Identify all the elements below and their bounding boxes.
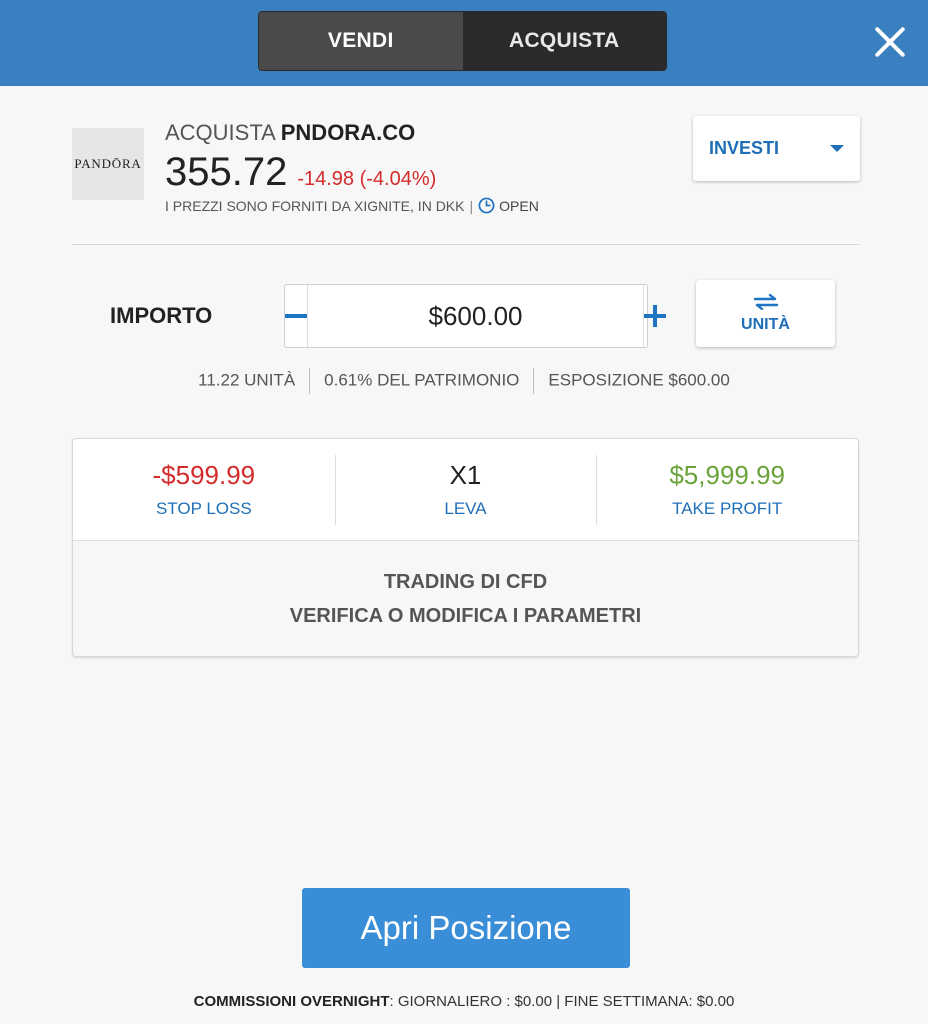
trade-params-card: -$599.99 STOP LOSS X1 LEVA $5,999.99 TAK…	[72, 438, 859, 657]
minus-icon	[285, 314, 307, 318]
leverage-value: X1	[449, 460, 482, 490]
invest-dropdown[interactable]: INVESTI	[693, 116, 860, 181]
clock-icon	[478, 197, 495, 214]
current-price: 355.72	[165, 150, 288, 194]
cfd-title: TRADING DI CFD	[383, 570, 548, 593]
take-profit-value: $5,999.99	[669, 460, 786, 490]
instrument-logo: PANDŌRA	[72, 128, 144, 200]
stat-divider	[309, 368, 311, 394]
exposure-stat: ESPOSIZIONE $600.00	[548, 370, 730, 390]
stop-loss-label: STOP LOSS	[155, 499, 252, 518]
units-toggle-button[interactable]: UNITÀ	[696, 280, 835, 347]
price-change: -14.98 (-4.04%)	[297, 168, 437, 190]
tab-buy[interactable]: ACQUISTA	[462, 12, 666, 70]
caret-down-icon	[830, 145, 844, 152]
open-position-button[interactable]: Apri Posizione	[302, 888, 630, 968]
price-line: 355.72 -14.98 (-4.04%)	[165, 150, 436, 195]
units-toggle-label: UNITÀ	[741, 315, 790, 333]
stop-loss-value: -$599.99	[152, 460, 256, 490]
overnight-fees: COMMISSIONI OVERNIGHT: GIORNALIERO : $0.…	[0, 993, 928, 1010]
price-source-line: I PREZZI SONO FORNITI DA XIGNITE, IN DKK…	[165, 197, 539, 214]
plus-icon	[644, 305, 666, 327]
fees-title: COMMISSIONI OVERNIGHT	[193, 993, 390, 1010]
buy-sell-toggle: VENDI ACQUISTA	[258, 11, 667, 71]
swap-arrows-icon	[753, 293, 778, 310]
close-icon[interactable]	[870, 22, 910, 62]
market-status: OPEN	[499, 197, 539, 214]
amount-input[interactable]	[308, 285, 643, 347]
amount-label: IMPORTO	[110, 303, 213, 328]
equity-stat: 0.61% DEL PATRIMONIO	[324, 370, 520, 390]
increase-button[interactable]	[643, 285, 666, 347]
amount-stepper	[284, 284, 666, 348]
take-profit-label: TAKE PROFIT	[672, 499, 783, 518]
params-row: -$599.99 STOP LOSS X1 LEVA $5,999.99 TAK…	[73, 439, 858, 541]
tab-sell[interactable]: VENDI	[259, 12, 463, 70]
top-bar: VENDI ACQUISTA	[0, 0, 928, 86]
action-label: ACQUISTA	[165, 120, 275, 145]
source-separator: |	[469, 197, 474, 214]
stat-divider	[533, 368, 535, 394]
stop-loss-param[interactable]: -$599.99 STOP LOSS	[73, 439, 335, 540]
instrument-title: ACQUISTA PNDORA.CO	[165, 120, 415, 146]
position-stats: 11.22 UNITÀ 0.61% DEL PATRIMONIO ESPOSIZIO…	[0, 368, 928, 394]
price-source: I PREZZI SONO FORNITI DA XIGNITE, IN DKK	[165, 197, 465, 214]
units-stat: 11.22 UNITÀ	[198, 370, 296, 390]
decrease-button[interactable]	[285, 285, 308, 347]
cfd-subtitle: VERIFICA O MODIFICA I PARAMETRI	[289, 604, 642, 627]
cfd-notice[interactable]: TRADING DI CFD VERIFICA O MODIFICA I PAR…	[73, 541, 858, 656]
header-divider	[72, 244, 860, 245]
invest-dropdown-label: INVESTI	[709, 138, 780, 158]
ticker-symbol: PNDORA.CO	[280, 120, 416, 145]
leverage-param[interactable]: X1 LEVA	[334, 439, 597, 540]
take-profit-param[interactable]: $5,999.99 TAKE PROFIT	[596, 439, 858, 540]
fees-values: : GIORNALIERO : $0.00 | FINE SETTIMANA: …	[389, 993, 735, 1010]
leverage-label: LEVA	[444, 499, 487, 518]
